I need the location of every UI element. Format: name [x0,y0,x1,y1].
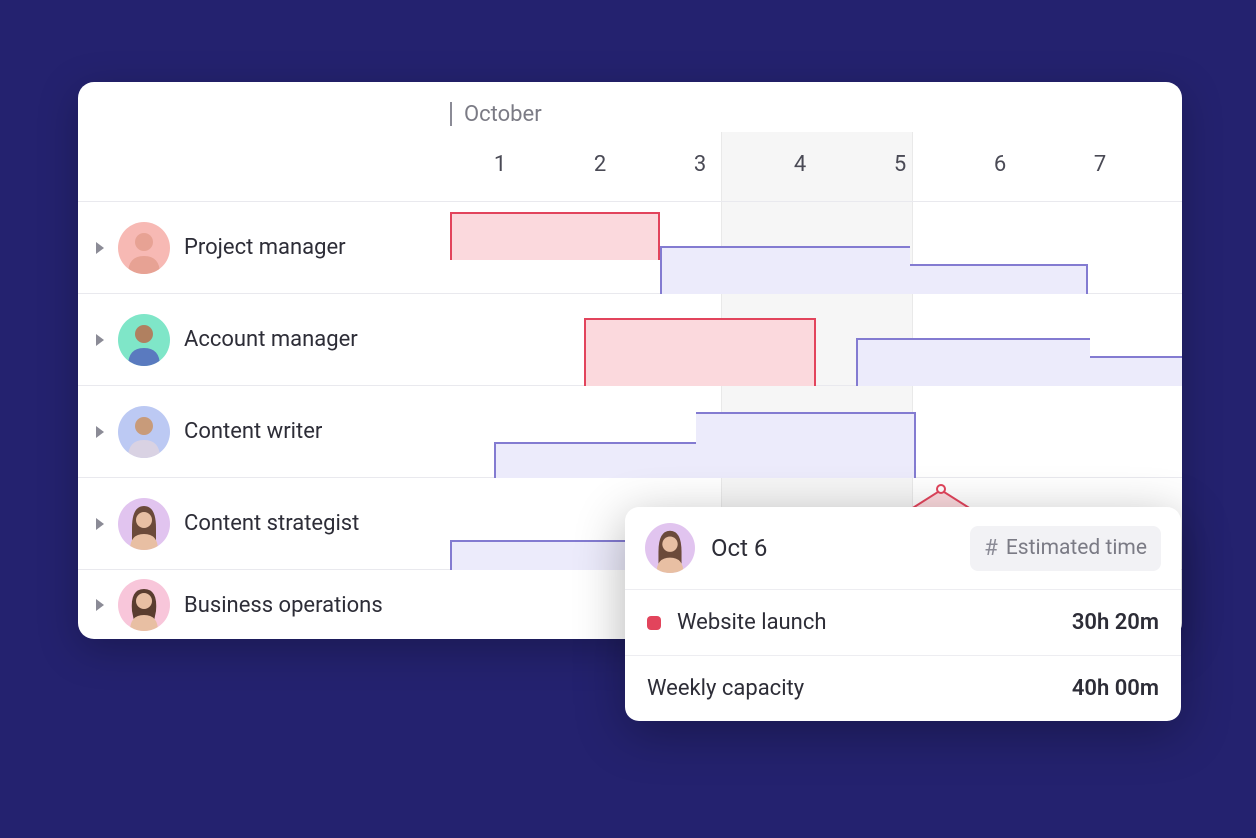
workload-bar[interactable] [856,338,1090,386]
chevron-right-icon[interactable] [96,599,104,611]
day-label[interactable]: 1 [450,140,550,190]
workload-bar[interactable] [1090,356,1182,386]
hash-icon: # [984,536,998,561]
role-label: Business operations [184,593,383,618]
workload-bar[interactable] [584,318,816,386]
workload-tooltip: Oct 6 # Estimated time Website launch 30… [625,507,1181,721]
workload-bar[interactable] [450,540,650,570]
chevron-right-icon[interactable] [96,334,104,346]
day-label[interactable]: 3 [650,140,750,190]
resource-row[interactable]: Account manager [78,294,1182,386]
role-label: Account manager [184,327,358,352]
estimated-time-chip[interactable]: # Estimated time [970,526,1161,571]
item-label: Weekly capacity [647,676,1072,701]
month-marker: October [450,98,542,130]
role-label: Content writer [184,419,322,444]
avatar [118,222,170,274]
chip-label: Estimated time [1006,536,1147,560]
role-label: Project manager [184,235,346,260]
avatar [118,314,170,366]
resource-row[interactable]: Content writer [78,386,1182,478]
day-label[interactable]: 2 [550,140,650,190]
project-color-dot [647,616,661,630]
timeline-header: October 1 2 3 4 5 6 7 8 [78,82,1182,202]
workload-bar[interactable] [450,212,660,260]
tooltip-item[interactable]: Website launch 30h 20m [625,590,1181,656]
tooltip-date: Oct 6 [711,534,954,562]
workload-bar[interactable] [910,264,1088,294]
item-label: Website launch [677,610,1072,635]
days-row: 1 2 3 4 5 6 7 8 [450,140,1182,190]
workload-bar[interactable] [660,246,910,294]
day-label[interactable]: 4 [750,140,850,190]
item-value: 40h 00m [1072,676,1159,701]
item-value: 30h 20m [1072,610,1159,635]
avatar [118,406,170,458]
chevron-right-icon[interactable] [96,242,104,254]
day-label[interactable]: 7 [1050,140,1150,190]
day-label[interactable]: 5 [850,140,950,190]
avatar [118,498,170,550]
chevron-right-icon[interactable] [96,518,104,530]
chevron-right-icon[interactable] [96,426,104,438]
role-label: Content strategist [184,511,359,536]
day-label[interactable]: 6 [950,140,1050,190]
resource-row[interactable]: Project manager [78,202,1182,294]
workload-bar[interactable] [494,442,696,478]
tooltip-item: Weekly capacity 40h 00m [625,656,1181,721]
month-tick [450,102,452,126]
tooltip-header: Oct 6 # Estimated time [625,507,1181,590]
month-label: October [464,102,542,127]
avatar [645,523,695,573]
day-label[interactable]: 8 [1150,140,1182,190]
avatar [118,579,170,631]
workload-bar[interactable] [696,412,916,478]
peak-dot-icon [936,484,946,494]
